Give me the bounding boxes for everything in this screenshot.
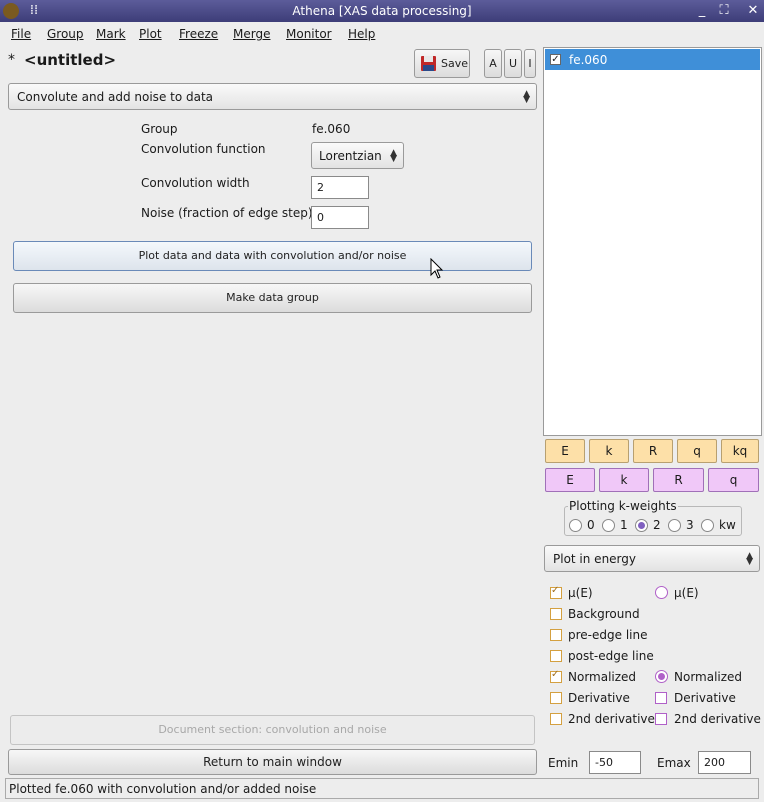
normalized-checkbox[interactable] bbox=[550, 669, 562, 683]
updown-arrow-icon: ▲ ▼ bbox=[746, 550, 753, 567]
kweight-1-label: 1 bbox=[620, 518, 628, 532]
kweight-0-radio[interactable] bbox=[569, 519, 582, 532]
noise-field[interactable]: 0 bbox=[311, 206, 369, 229]
menu-merge[interactable]: Merge bbox=[233, 27, 270, 41]
marked-mu-e-label: μ(E) bbox=[674, 586, 699, 600]
group-checkbox[interactable]: ✓ bbox=[550, 54, 561, 65]
post-edge-label: post-edge line bbox=[568, 649, 654, 663]
post-edge-checkbox[interactable] bbox=[550, 650, 562, 662]
derivative-label: Derivative bbox=[568, 691, 630, 705]
plot-e-button[interactable]: E bbox=[545, 439, 585, 463]
plot-q-button[interactable]: q bbox=[677, 439, 717, 463]
menu-mark[interactable]: Mark bbox=[96, 27, 126, 41]
normalized-label: Normalized bbox=[568, 670, 637, 684]
background-checkbox[interactable] bbox=[550, 608, 562, 620]
background-label: Background bbox=[568, 607, 640, 621]
project-name: <untitled> bbox=[24, 51, 117, 69]
marked-derivative-checkbox[interactable] bbox=[655, 692, 667, 704]
menu-plot[interactable]: Plot bbox=[139, 27, 162, 41]
conv-function-label: Convolution function bbox=[141, 142, 266, 156]
return-button[interactable]: Return to main window bbox=[8, 749, 537, 775]
mouse-cursor-icon bbox=[430, 258, 444, 279]
kweight-0-label: 0 bbox=[587, 518, 595, 532]
marked-normalized-radio[interactable] bbox=[655, 670, 668, 683]
second-derivative-label: 2nd derivative bbox=[568, 712, 655, 726]
kweight-kw-radio[interactable] bbox=[701, 519, 714, 532]
tool-selector[interactable]: Convolute and add noise to data ▲ ▼ bbox=[8, 83, 537, 110]
plot-marked-r-button[interactable]: R bbox=[653, 468, 704, 492]
tool-selector-value: Convolute and add noise to data bbox=[17, 90, 214, 104]
title-bar[interactable]: ⁞⁞ Athena [XAS data processing] _ ⛶ ✕ bbox=[0, 0, 764, 22]
close-icon[interactable]: ✕ bbox=[745, 3, 761, 19]
save-label: Save bbox=[441, 57, 469, 70]
noise-label: Noise (fraction of edge step) bbox=[141, 206, 313, 220]
kweights-label: Plotting k-weights bbox=[568, 499, 678, 513]
group-value: fe.060 bbox=[312, 122, 351, 136]
maximize-icon[interactable]: ⛶ bbox=[716, 3, 732, 19]
marked-derivative-label: Derivative bbox=[674, 691, 736, 705]
menu-group[interactable]: Group bbox=[47, 27, 84, 41]
group-label: Group bbox=[141, 122, 178, 136]
mu-e-label: μ(E) bbox=[568, 586, 593, 600]
plot-button[interactable]: Plot data and data with convolution and/… bbox=[13, 241, 532, 271]
plot-marked-e-button[interactable]: E bbox=[545, 468, 595, 492]
menu-help[interactable]: Help bbox=[348, 27, 375, 41]
kweight-1-radio[interactable] bbox=[602, 519, 615, 532]
plot-r-button[interactable]: R bbox=[633, 439, 673, 463]
make-group-button[interactable]: Make data group bbox=[13, 283, 532, 313]
plot-space-select[interactable]: Plot in energy ▲ ▼ bbox=[544, 545, 760, 572]
kweight-2-label: 2 bbox=[653, 518, 661, 532]
marked-second-derivative-checkbox[interactable] bbox=[655, 713, 667, 725]
menu-freeze[interactable]: Freeze bbox=[179, 27, 218, 41]
conv-width-field[interactable]: 2 bbox=[311, 176, 369, 199]
modified-indicator: * bbox=[8, 52, 15, 68]
document-section-button[interactable]: Document section: convolution and noise bbox=[10, 715, 535, 745]
kweight-2-radio[interactable] bbox=[635, 519, 648, 532]
conv-function-select[interactable]: Lorentzian ▲ ▼ bbox=[311, 142, 404, 169]
save-icon bbox=[420, 55, 437, 72]
conv-width-label: Convolution width bbox=[141, 176, 250, 190]
plot-marked-q-button[interactable]: q bbox=[708, 468, 759, 492]
updown-arrow-icon: ▲ ▼ bbox=[390, 147, 397, 164]
minimize-icon[interactable]: _ bbox=[694, 3, 710, 19]
marked-second-derivative-label: 2nd derivative bbox=[674, 712, 761, 726]
menu-bar: File Group Mark Plot Freeze Merge Monito… bbox=[0, 24, 764, 45]
u-button[interactable]: U bbox=[504, 49, 522, 78]
pre-edge-checkbox[interactable] bbox=[550, 629, 562, 641]
second-derivative-checkbox[interactable] bbox=[550, 713, 562, 725]
marked-mu-e-radio[interactable] bbox=[655, 586, 668, 599]
marked-normalized-label: Normalized bbox=[674, 670, 743, 684]
menu-file[interactable]: File bbox=[11, 27, 31, 41]
emin-label: Emin bbox=[548, 756, 579, 770]
menu-monitor[interactable]: Monitor bbox=[286, 27, 332, 41]
plot-k-button[interactable]: k bbox=[589, 439, 629, 463]
window-title: Athena [XAS data processing] bbox=[292, 4, 472, 18]
kweight-3-label: 3 bbox=[686, 518, 694, 532]
a-button[interactable]: A bbox=[484, 49, 502, 78]
emax-label: Emax bbox=[657, 756, 691, 770]
plot-kq-button[interactable]: kq bbox=[721, 439, 759, 463]
kweight-kw-label: kw bbox=[719, 518, 736, 532]
status-text: Plotted fe.060 with convolution and/or a… bbox=[9, 782, 317, 796]
plot-space-value: Plot in energy bbox=[553, 552, 636, 566]
group-name: fe.060 bbox=[569, 53, 608, 67]
kweight-3-radio[interactable] bbox=[668, 519, 681, 532]
plot-marked-k-button[interactable]: k bbox=[599, 468, 649, 492]
list-item[interactable]: ✓ fe.060 bbox=[545, 49, 760, 70]
conv-function-value: Lorentzian bbox=[319, 149, 382, 163]
mu-e-checkbox[interactable] bbox=[550, 585, 562, 599]
updown-arrow-icon: ▲ ▼ bbox=[523, 88, 530, 105]
group-list[interactable]: ✓ fe.060 bbox=[543, 47, 762, 436]
derivative-checkbox[interactable] bbox=[550, 692, 562, 704]
save-button[interactable]: Save bbox=[414, 49, 470, 78]
status-bar: Plotted fe.060 with convolution and/or a… bbox=[5, 778, 759, 799]
i-button[interactable]: I bbox=[524, 49, 536, 78]
emin-field[interactable]: -50 bbox=[589, 751, 641, 774]
pre-edge-label: pre-edge line bbox=[568, 628, 648, 642]
emax-field[interactable]: 200 bbox=[698, 751, 751, 774]
